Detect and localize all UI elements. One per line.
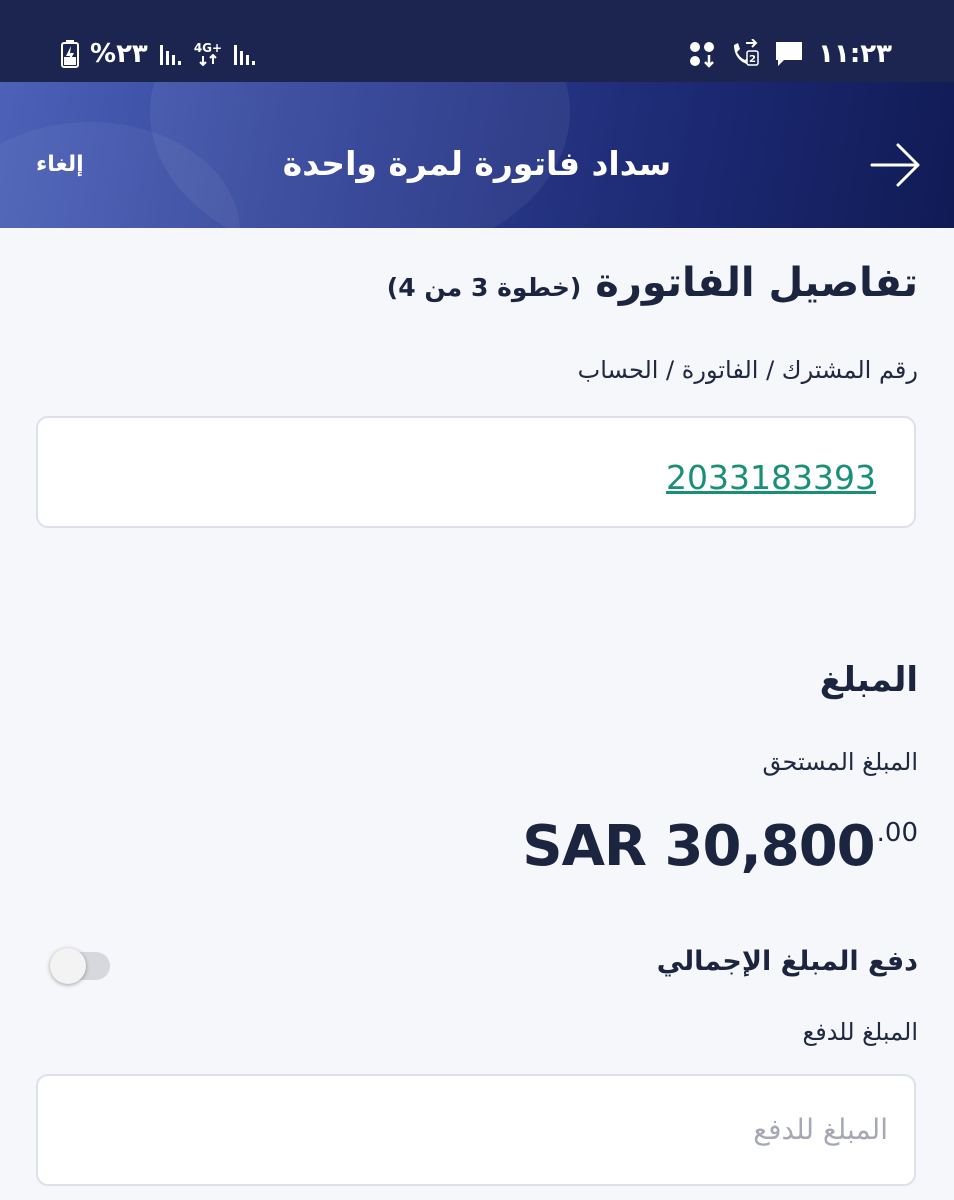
arrow-right-icon (868, 143, 926, 194)
amount-section-title: المبلغ (819, 660, 918, 700)
call-forward-sim2-icon: 2 (730, 39, 760, 69)
message-icon (774, 40, 804, 68)
pay-full-amount-toggle[interactable] (50, 948, 110, 984)
pay-amount-field (36, 1074, 916, 1186)
status-time: ١١:٢٣ (818, 39, 892, 69)
back-button[interactable] (868, 140, 926, 190)
section-title: تفاصيل الفاتورة (خطوة 3 من 4) (387, 260, 918, 306)
pay-full-amount-label: دفع المبلغ الإجمالي (656, 946, 918, 977)
step-indicator: (خطوة 3 من 4) (386, 273, 582, 302)
account-field-label: رقم المشترك / الفاتورة / الحساب (577, 356, 918, 384)
app-header: إلغاء سداد فاتورة لمرة واحدة (0, 82, 954, 228)
status-left-group: %٢٣ 4G+ (60, 36, 258, 72)
bolt-battery-icon (60, 39, 80, 69)
network-4g-icon: 4G+ (194, 42, 222, 66)
due-amount-main: SAR 30,800 (522, 814, 875, 879)
status-right-group: 2 ١١:٢٣ (688, 36, 892, 72)
svg-text:2: 2 (749, 54, 756, 65)
signal-icon (158, 41, 184, 67)
pay-amount-input[interactable] (86, 1112, 890, 1147)
status-bar: %٢٣ 4G+ 2 ١١:٢٣ (0, 0, 954, 82)
battery-percentage: %٢٣ (90, 39, 148, 69)
toggle-knob (50, 948, 86, 984)
due-amount-value: SAR 30,800.00 (522, 814, 918, 879)
network-type-label: 4G+ (193, 41, 223, 55)
page-title: سداد فاتورة لمرة واحدة (282, 144, 672, 183)
due-amount-decimals: .00 (876, 818, 918, 848)
bill-details-title: تفاصيل الفاتورة (595, 260, 918, 306)
account-number-field[interactable]: 2033183393 (36, 416, 916, 528)
data-saver-icon (688, 40, 716, 68)
pay-amount-label: المبلغ للدفع (802, 1018, 918, 1046)
due-amount-label: المبلغ المستحق (762, 748, 918, 776)
account-number-link[interactable]: 2033183393 (666, 458, 876, 497)
signal-icon (232, 41, 258, 67)
